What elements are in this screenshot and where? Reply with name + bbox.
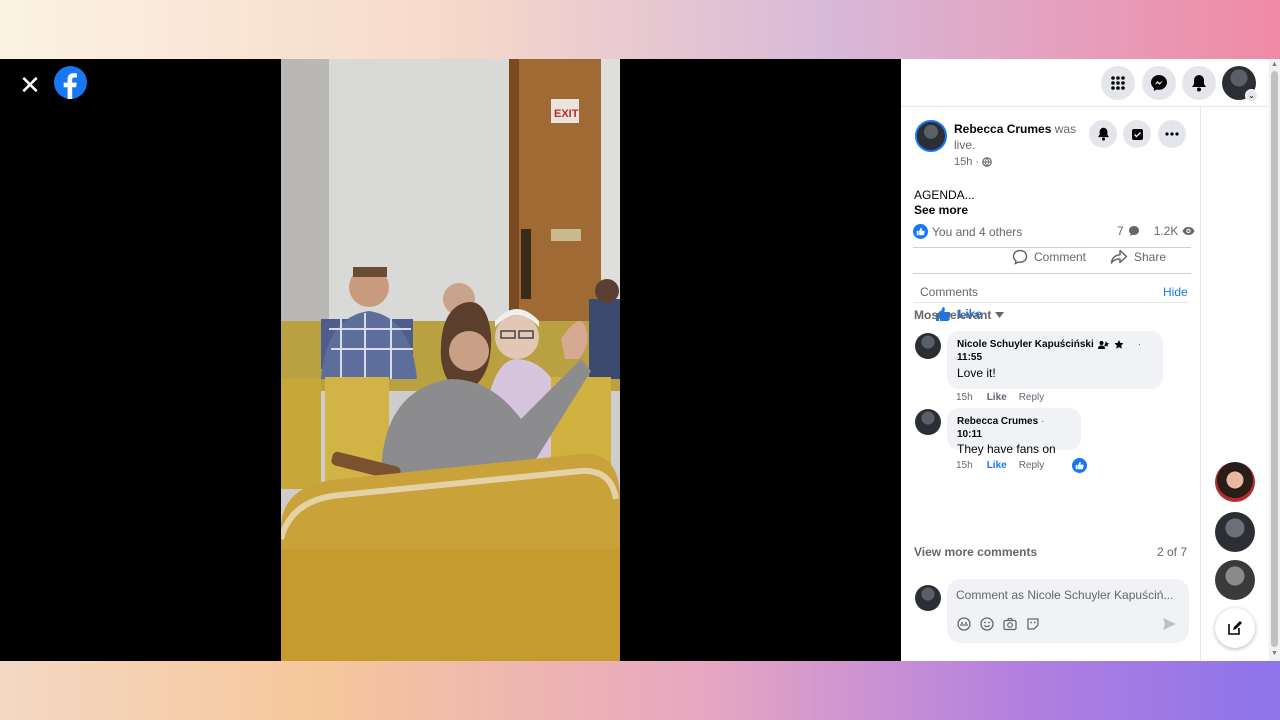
hide-comments-button[interactable]: Hide bbox=[1163, 285, 1188, 299]
comment-age[interactable]: 15h bbox=[956, 392, 973, 403]
more-options-icon[interactable] bbox=[1158, 120, 1186, 148]
video-stage: ✕ EXIT bbox=[0, 59, 901, 661]
comment-author[interactable]: Nicole Schuyler Kapuściński bbox=[957, 338, 1094, 351]
top-fan-badge-icon bbox=[1097, 341, 1109, 349]
comment-timestamp[interactable]: 10:11 bbox=[957, 429, 982, 440]
comment-reply-button[interactable]: Reply bbox=[1019, 460, 1045, 471]
comment-actions: 15h Like Reply bbox=[956, 392, 1044, 403]
view-count: 1.2K bbox=[1153, 224, 1179, 238]
scroll-up-arrow-icon[interactable]: ▲ bbox=[1271, 61, 1278, 69]
comment-bubble: Rebecca Crumes · 10:11 They have fans on bbox=[947, 408, 1081, 456]
emoji-icon[interactable] bbox=[980, 617, 994, 631]
separator bbox=[914, 302, 1189, 303]
post-time[interactable]: 15h bbox=[954, 156, 972, 168]
notifications-bell-icon[interactable] bbox=[1182, 66, 1216, 100]
reactions-text: You and 4 others bbox=[932, 224, 1023, 239]
comment-bubble-icon bbox=[1128, 226, 1139, 236]
like-reaction-icon bbox=[913, 224, 928, 239]
like-reaction-icon[interactable] bbox=[1072, 458, 1088, 473]
commenter-avatar[interactable] bbox=[915, 333, 941, 359]
send-icon[interactable] bbox=[1163, 618, 1176, 630]
scrollbar-thumb[interactable] bbox=[1271, 71, 1278, 647]
comment-text: They have fans on bbox=[957, 442, 1056, 456]
share-label: Share bbox=[1134, 250, 1167, 264]
author-avatar[interactable] bbox=[915, 120, 947, 152]
menu-grid-icon[interactable] bbox=[1101, 66, 1135, 100]
new-message-button[interactable] bbox=[1215, 608, 1255, 648]
comment-input[interactable]: Comment as Nicole Schuyler Kapuściń... bbox=[956, 588, 1173, 602]
comments-pager: 2 of 7 bbox=[1157, 545, 1188, 559]
star-badge-icon bbox=[1114, 340, 1124, 349]
comment-label: Comment bbox=[1034, 250, 1087, 264]
comment-like-button[interactable]: Like bbox=[987, 460, 1007, 471]
comment-text: Love it! bbox=[957, 366, 996, 380]
comment-timestamp[interactable]: 11:55 bbox=[957, 351, 1153, 364]
account-chevron-icon[interactable]: ⌄ bbox=[1245, 89, 1258, 102]
comment-button[interactable]: Comment bbox=[1012, 245, 1086, 269]
comment-reply-button[interactable]: Reply bbox=[1019, 392, 1045, 403]
svg-text:EXIT: EXIT bbox=[554, 108, 579, 120]
eye-icon bbox=[1182, 227, 1195, 235]
close-icon[interactable]: ✕ bbox=[14, 69, 46, 101]
comment-composer[interactable]: Comment as Nicole Schuyler Kapuściń... bbox=[947, 579, 1189, 643]
contact-avatar[interactable] bbox=[1215, 560, 1255, 600]
sort-label: Most relevant bbox=[914, 308, 992, 322]
compose-icon bbox=[1228, 621, 1242, 635]
scroll-down-arrow-icon[interactable]: ▼ bbox=[1271, 650, 1278, 658]
post-stats: 7 1.2K bbox=[1117, 224, 1195, 238]
comment-like-button[interactable]: Like bbox=[987, 392, 1007, 403]
follow-bell-icon[interactable] bbox=[1089, 120, 1117, 148]
messenger-icon[interactable] bbox=[1142, 66, 1176, 100]
see-more-link[interactable]: See more bbox=[914, 203, 968, 217]
video-viewer-window: ✕ EXIT ⌄ Rebecca Crumes was live. 15h · … bbox=[0, 59, 1280, 661]
comment-author-line: Rebecca Crumes · 10:11 bbox=[957, 416, 1045, 440]
camera-icon[interactable] bbox=[1003, 617, 1017, 631]
sort-comments-dropdown[interactable]: Most relevant bbox=[914, 308, 1005, 322]
comment-actions: 15h Like Reply bbox=[956, 458, 1088, 473]
contact-avatar[interactable] bbox=[1215, 462, 1255, 502]
save-post-icon[interactable] bbox=[1123, 120, 1151, 148]
comment-count[interactable]: 7 bbox=[1117, 224, 1124, 238]
scrollbar[interactable]: ▲ ▼ bbox=[1269, 59, 1280, 661]
post-meta: 15h · bbox=[954, 156, 992, 168]
comment-age[interactable]: 15h bbox=[956, 460, 973, 471]
avatar-sticker-icon[interactable] bbox=[957, 617, 971, 631]
facebook-logo[interactable] bbox=[54, 66, 87, 99]
post-side-panel: ⌄ Rebecca Crumes was live. 15h · AGENDA.… bbox=[901, 59, 1280, 661]
contact-avatar[interactable] bbox=[1215, 512, 1255, 552]
globe-icon bbox=[982, 157, 992, 167]
share-button[interactable]: Share bbox=[1110, 245, 1166, 269]
share-icon bbox=[1110, 249, 1128, 264]
post-author-name[interactable]: Rebecca Crumes bbox=[954, 122, 1051, 136]
view-more-comments-link[interactable]: View more comments bbox=[914, 545, 1037, 559]
post-text: AGENDA... bbox=[914, 188, 975, 202]
commenter-avatar[interactable] bbox=[915, 409, 941, 435]
comment-author[interactable]: Rebecca Crumes bbox=[957, 416, 1038, 427]
composer-avatar[interactable] bbox=[915, 585, 941, 611]
reactions-summary[interactable]: You and 4 others bbox=[913, 224, 1022, 239]
composer-tools bbox=[957, 617, 1040, 631]
caret-down-icon bbox=[995, 312, 1005, 318]
comment-icon bbox=[1012, 249, 1028, 265]
comment-author-line: Nicole Schuyler Kapuściński · bbox=[957, 338, 1142, 351]
comments-title: Comments bbox=[920, 285, 979, 299]
post-author-line: Rebecca Crumes was live. bbox=[954, 121, 1084, 153]
top-nav-bar: ⌄ bbox=[901, 59, 1269, 107]
live-video-frame[interactable]: EXIT bbox=[281, 59, 620, 661]
separator bbox=[913, 273, 1191, 274]
comment-bubble: Nicole Schuyler Kapuściński · 11:55 Love… bbox=[947, 331, 1163, 389]
background-band bbox=[0, 661, 1280, 720]
sticker-icon[interactable] bbox=[1026, 617, 1040, 631]
